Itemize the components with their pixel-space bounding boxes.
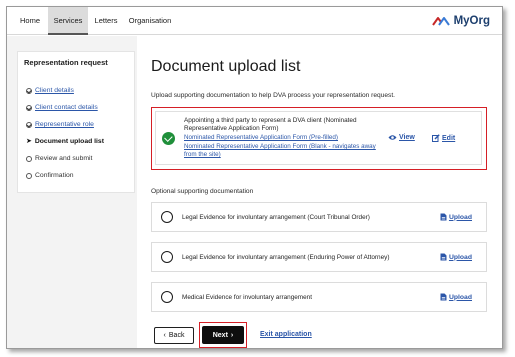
edit-label: Edit <box>442 134 456 142</box>
document-upload-icon <box>440 293 447 301</box>
optional-document-card: Medical Evidence for involuntary arrange… <box>151 282 487 312</box>
back-button[interactable]: ‹ Back <box>154 327 194 344</box>
tab-letters[interactable]: Letters <box>91 7 121 35</box>
required-document-card: Appointing a third party to represent a … <box>155 111 482 165</box>
view-label: View <box>399 134 415 141</box>
view-button[interactable]: View <box>388 134 415 141</box>
back-label: Back <box>168 332 185 339</box>
brand-logo[interactable]: MyOrg <box>431 13 490 29</box>
radio-button[interactable] <box>161 291 173 303</box>
chevron-right-icon: › <box>230 331 234 339</box>
required-document-title: Appointing a third party to represent a … <box>184 117 357 132</box>
document-upload-icon <box>440 213 447 221</box>
app-window: Home Services Letters Organisation MyOrg… <box>6 6 503 349</box>
optional-heading: Optional supporting documentation <box>151 188 254 195</box>
sidebar-item-representative-role[interactable]: Representative role <box>26 121 94 128</box>
edit-button[interactable]: Edit <box>432 134 455 142</box>
sidebar-item-label: Representative role <box>35 121 94 128</box>
main-content: Document upload list Upload supporting d… <box>137 36 502 348</box>
sidebar-item-review-and-submit: Review and submit <box>26 155 92 162</box>
radio-button[interactable] <box>161 251 173 263</box>
upload-label: Upload <box>448 293 472 301</box>
upload-label: Upload <box>448 253 472 261</box>
tab-home[interactable]: Home <box>15 7 45 35</box>
optional-document-label: Legal Evidence for involuntary arrangeme… <box>182 214 370 221</box>
intro-text: Upload supporting documentation to help … <box>151 92 395 99</box>
upload-button[interactable]: Upload <box>440 293 472 301</box>
top-navigation: Home Services Letters Organisation MyOrg <box>7 7 502 35</box>
prefilled-form-link[interactable]: Nominated Representative Application For… <box>184 134 338 142</box>
eye-icon <box>388 135 397 140</box>
exit-application-link[interactable]: Exit application <box>260 331 312 338</box>
tab-services[interactable]: Services <box>48 7 88 35</box>
progress-sidebar: Representation request Client details Cl… <box>17 51 135 193</box>
check-circle-icon <box>26 104 32 111</box>
optional-document-label: Legal Evidence for involuntary arrangeme… <box>182 254 390 261</box>
sidebar-item-confirmation: Confirmation <box>26 172 74 179</box>
sidebar-item-label: Document upload list <box>34 138 104 145</box>
empty-circle-icon <box>26 172 32 179</box>
sidebar-item-label: Client details <box>35 87 74 94</box>
sidebar-item-label: Review and submit <box>35 155 93 162</box>
upload-button[interactable]: Upload <box>440 213 472 221</box>
optional-document-card: Legal Evidence for involuntary arrangeme… <box>151 242 487 272</box>
blank-form-link[interactable]: Nominated Representative Application For… <box>184 143 384 159</box>
optional-document-label: Medical Evidence for involuntary arrange… <box>182 294 313 301</box>
empty-circle-icon <box>26 155 32 162</box>
arrow-right-icon: ➤ <box>26 137 32 145</box>
sidebar-item-label: Client contact details <box>35 104 98 111</box>
sidebar-item-client-details[interactable]: Client details <box>26 87 74 94</box>
upload-button[interactable]: Upload <box>440 253 472 261</box>
sidebar-title: Representation request <box>24 58 108 67</box>
required-document-highlight: Appointing a third party to represent a … <box>151 107 487 170</box>
page-title: Document upload list <box>151 58 301 75</box>
check-success-icon <box>162 132 175 145</box>
sidebar-item-label: Confirmation <box>35 172 74 179</box>
radio-button[interactable] <box>161 211 173 223</box>
brand-name: MyOrg <box>453 15 490 27</box>
sidebar-item-document-upload-list: ➤ Document upload list <box>26 137 104 146</box>
check-circle-icon <box>26 87 32 94</box>
sidebar-item-client-contact-details[interactable]: Client contact details <box>26 104 98 111</box>
optional-document-card: Legal Evidence for involuntary arrangeme… <box>151 202 487 232</box>
chevron-left-icon: ‹ <box>163 332 166 339</box>
check-circle-icon <box>26 121 32 128</box>
upload-label: Upload <box>448 213 472 221</box>
tab-organisation[interactable]: Organisation <box>125 7 175 35</box>
next-label: Next <box>212 331 228 339</box>
next-button[interactable]: Next › <box>202 326 244 344</box>
document-upload-icon <box>440 253 447 261</box>
edit-icon <box>432 134 440 142</box>
myorg-logo-icon <box>431 17 450 26</box>
